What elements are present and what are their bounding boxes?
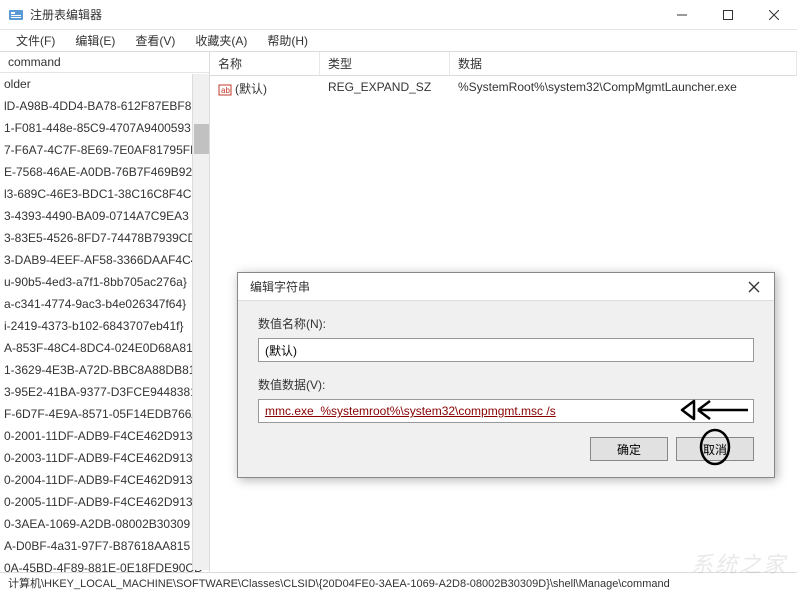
tree-item[interactable]: 0-2001-11DF-ADB9-F4CE462D9137 — [0, 425, 209, 447]
dialog-titlebar[interactable]: 编辑字符串 — [238, 273, 774, 301]
tree-item[interactable]: 0-2005-11DF-ADB9-F4CE462D9137 — [0, 491, 209, 513]
name-field-input[interactable] — [258, 338, 754, 362]
menu-view[interactable]: 查看(V) — [125, 30, 185, 51]
cell-type: REG_EXPAND_SZ — [320, 78, 450, 99]
menu-help[interactable]: 帮助(H) — [257, 30, 318, 51]
tree-item[interactable]: A-853F-48C4-8DC4-024E0D68A81 — [0, 337, 209, 359]
tree-item[interactable]: 7-F6A7-4C7F-8E69-7E0AF81795FB — [0, 139, 209, 161]
tree-item[interactable]: 1-F081-448e-85C9-4707A9400593 — [0, 117, 209, 139]
menu-edit[interactable]: 编辑(E) — [65, 30, 125, 51]
tree-item[interactable]: i-2419-4373-b102-6843707eb41f} — [0, 315, 209, 337]
tree-selected-node[interactable]: command — [0, 52, 209, 73]
window-controls — [659, 0, 797, 30]
tree-item[interactable]: F-6D7F-4E9A-8571-05F14EDB766A — [0, 403, 209, 425]
svg-text:ab: ab — [221, 86, 230, 95]
tree-item[interactable]: E-7568-46AE-A0DB-76B7F469B92B — [0, 161, 209, 183]
tree-item[interactable]: u-90b5-4ed3-a7f1-8bb705ac276a} — [0, 271, 209, 293]
watermark: 系统之家 — [691, 547, 787, 579]
menu-file[interactable]: 文件(F) — [6, 30, 65, 51]
cell-data: %SystemRoot%\system32\CompMgmtLauncher.e… — [450, 78, 745, 99]
dialog-body: 数值名称(N): 数值数据(V): 确定 取消 — [238, 301, 774, 477]
col-name[interactable]: 名称 — [210, 52, 320, 75]
scrollbar-thumb[interactable] — [194, 124, 209, 154]
minimize-button[interactable] — [659, 0, 705, 30]
cell-name: ab (默认) — [210, 78, 320, 99]
window-titlebar: 注册表编辑器 — [0, 0, 797, 30]
tree-item[interactable]: a-c341-4774-9ac3-b4e026347f64} — [0, 293, 209, 315]
value-name: (默认) — [235, 82, 267, 96]
menubar: 文件(F) 编辑(E) 查看(V) 收藏夹(A) 帮助(H) — [0, 30, 797, 52]
dialog-close-button[interactable] — [740, 275, 768, 299]
data-field-input[interactable] — [258, 399, 754, 423]
tree-item[interactable]: lD-A98B-4DD4-BA78-612F87EBF89 — [0, 95, 209, 117]
name-field-label: 数值名称(N): — [258, 315, 754, 332]
col-data[interactable]: 数据 — [450, 52, 797, 75]
list-header: 名称 类型 数据 — [210, 52, 797, 76]
tree-item[interactable]: 3-DAB9-4EEF-AF58-3366DAAF4C4B — [0, 249, 209, 271]
dialog-buttons: 确定 取消 — [258, 437, 754, 461]
tree-item[interactable]: 1-3629-4E3B-A72D-BBC8A88DB81 — [0, 359, 209, 381]
col-type[interactable]: 类型 — [320, 52, 450, 75]
edit-string-dialog: 编辑字符串 数值名称(N): 数值数据(V): 确定 取消 — [237, 272, 775, 478]
tree-list[interactable]: olderlD-A98B-4DD4-BA78-612F87EBF891-F081… — [0, 73, 209, 572]
statusbar-path: 计算机\HKEY_LOCAL_MACHINE\SOFTWARE\Classes\… — [8, 578, 670, 590]
tree-item[interactable]: 3-83E5-4526-8FD7-74478B7939CD — [0, 227, 209, 249]
tree-item[interactable]: 3-95E2-41BA-9377-D3FCE9448381 — [0, 381, 209, 403]
dialog-title: 编辑字符串 — [250, 278, 740, 295]
tree-item[interactable]: 3-4393-4490-BA09-0714A7C9EA3 — [0, 205, 209, 227]
tree-item[interactable]: 0A-45BD-4F89-881E-0E18FDE90CD — [0, 557, 209, 572]
vertical-scrollbar[interactable] — [192, 74, 209, 570]
cancel-button[interactable]: 取消 — [676, 437, 754, 461]
tree-item[interactable]: 0-2004-11DF-ADB9-F4CE462D9137 — [0, 469, 209, 491]
tree-item[interactable]: l3-689C-46E3-BDC1-38C16C8F4C9 — [0, 183, 209, 205]
close-button[interactable] — [751, 0, 797, 30]
list-row[interactable]: ab (默认) REG_EXPAND_SZ %SystemRoot%\system… — [210, 76, 797, 101]
maximize-button[interactable] — [705, 0, 751, 30]
data-field-label: 数值数据(V): — [258, 376, 754, 393]
regedit-icon — [8, 7, 24, 23]
window-title: 注册表编辑器 — [30, 6, 659, 23]
string-value-icon: ab — [218, 83, 232, 97]
tree-item[interactable]: older — [0, 73, 209, 95]
tree-panel: command olderlD-A98B-4DD4-BA78-612F87EBF… — [0, 52, 210, 572]
tree-item[interactable]: 0-3AEA-1069-A2DB-08002B30309 — [0, 513, 209, 535]
ok-button[interactable]: 确定 — [590, 437, 668, 461]
tree-item[interactable]: A-D0BF-4a31-97F7-B87618AA815 — [0, 535, 209, 557]
tree-item[interactable]: 0-2003-11DF-ADB9-F4CE462D9137 — [0, 447, 209, 469]
statusbar: 计算机\HKEY_LOCAL_MACHINE\SOFTWARE\Classes\… — [0, 572, 797, 594]
menu-favorites[interactable]: 收藏夹(A) — [185, 30, 257, 51]
